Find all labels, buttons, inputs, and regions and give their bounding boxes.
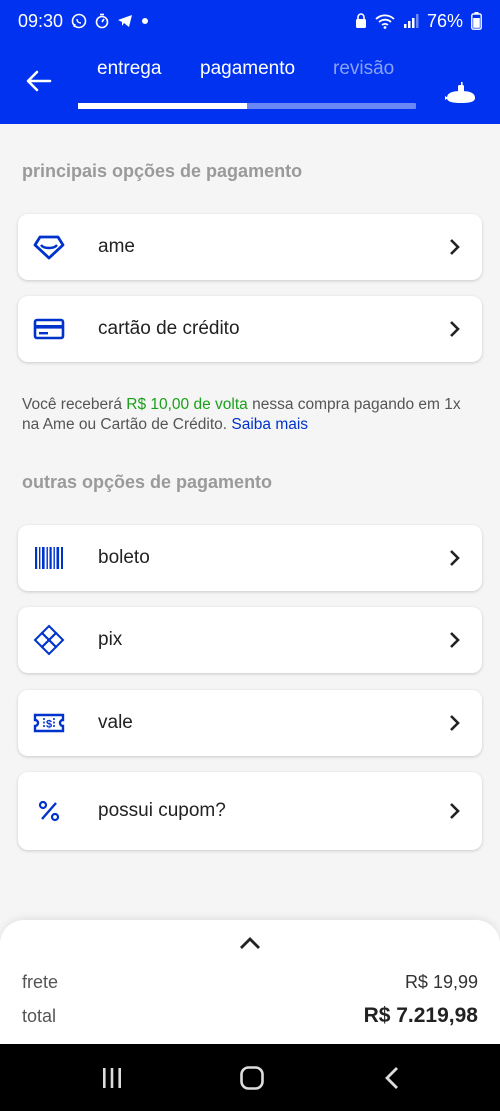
coupon-option[interactable]: possui cupom? (18, 772, 482, 850)
barcode-icon (32, 541, 66, 575)
payment-option-label: pix (98, 629, 123, 650)
ame-heart-icon (32, 230, 66, 264)
payment-option-label: cartão de crédito (98, 318, 240, 339)
voucher-icon: $ (32, 706, 66, 740)
payment-option-label: ame (98, 236, 135, 257)
payment-option-label: vale (98, 712, 133, 733)
chevron-right-icon (448, 238, 462, 256)
signal-icon (403, 13, 419, 29)
order-summary-sheet: frete R$ 19,99 total R$ 7.219,98 (0, 920, 500, 1044)
percent-icon (32, 794, 66, 828)
whatsapp-icon (71, 13, 87, 29)
other-options-title: outras opções de pagamento (22, 472, 273, 492)
chevron-left-icon (385, 1067, 398, 1089)
payment-option-ame[interactable]: ame (18, 214, 482, 280)
app-header: entrega pagamento revisão (0, 42, 500, 124)
chevron-up-icon (240, 937, 260, 949)
credit-card-icon (32, 312, 66, 346)
payment-option-pix[interactable]: pix (18, 607, 482, 673)
coupon-label: possui cupom? (98, 800, 226, 821)
cashback-amount: R$ 10,00 de volta (126, 396, 248, 413)
pix-icon (32, 623, 66, 657)
frete-value: R$ 19,99 (404, 972, 478, 992)
chevron-right-icon (448, 549, 462, 567)
expand-summary-button[interactable] (236, 934, 264, 952)
vpn-lock-icon (355, 13, 367, 29)
home-icon (240, 1066, 264, 1090)
submarino-logo-icon[interactable] (443, 82, 479, 106)
system-nav-bar (0, 1044, 500, 1111)
main-options-title: principais opções de pagamento (22, 161, 303, 181)
arrow-left-icon (26, 70, 52, 92)
battery-icon (471, 12, 482, 30)
svg-text:$: $ (46, 719, 52, 731)
chevron-right-icon (448, 631, 462, 649)
recent-apps-button[interactable] (92, 1064, 132, 1092)
status-bar: 09:30 76% (0, 0, 500, 42)
progress-fill (78, 103, 247, 109)
payment-option-label: boleto (98, 547, 150, 568)
wifi-icon (375, 13, 395, 29)
payment-option-credit-card[interactable]: cartão de crédito (18, 296, 482, 362)
chevron-right-icon (448, 802, 462, 820)
saiba-mais-link[interactable]: Saiba mais (231, 416, 308, 433)
payment-option-boleto[interactable]: boleto (18, 525, 482, 591)
telegram-icon (117, 14, 133, 28)
chevron-right-icon (448, 320, 462, 338)
chevron-right-icon (448, 714, 462, 732)
cashback-note: Você receberá R$ 10,00 de volta nessa co… (22, 395, 478, 435)
frete-label: frete (22, 972, 59, 992)
battery-percent: 76% (426, 10, 463, 31)
cashback-prefix: Você receberá (22, 396, 127, 413)
timer-icon (95, 13, 109, 29)
total-value: R$ 7.219,98 (363, 1004, 478, 1027)
notification-dot-icon (141, 17, 149, 25)
system-back-button[interactable] (372, 1064, 412, 1092)
payment-option-vale[interactable]: $ vale (18, 690, 482, 756)
step-entrega[interactable]: entrega (97, 58, 161, 80)
home-button[interactable] (232, 1064, 272, 1092)
step-revisao: revisão (333, 58, 395, 79)
status-time: 09:30 (18, 10, 64, 31)
back-button[interactable] (22, 64, 56, 98)
step-pagamento[interactable]: pagamento (200, 58, 295, 80)
total-label: total (22, 1006, 57, 1026)
checkout-progress-bar (78, 103, 416, 109)
checkout-steps: entrega pagamento revisão (78, 58, 416, 88)
recent-apps-icon (103, 1068, 121, 1088)
